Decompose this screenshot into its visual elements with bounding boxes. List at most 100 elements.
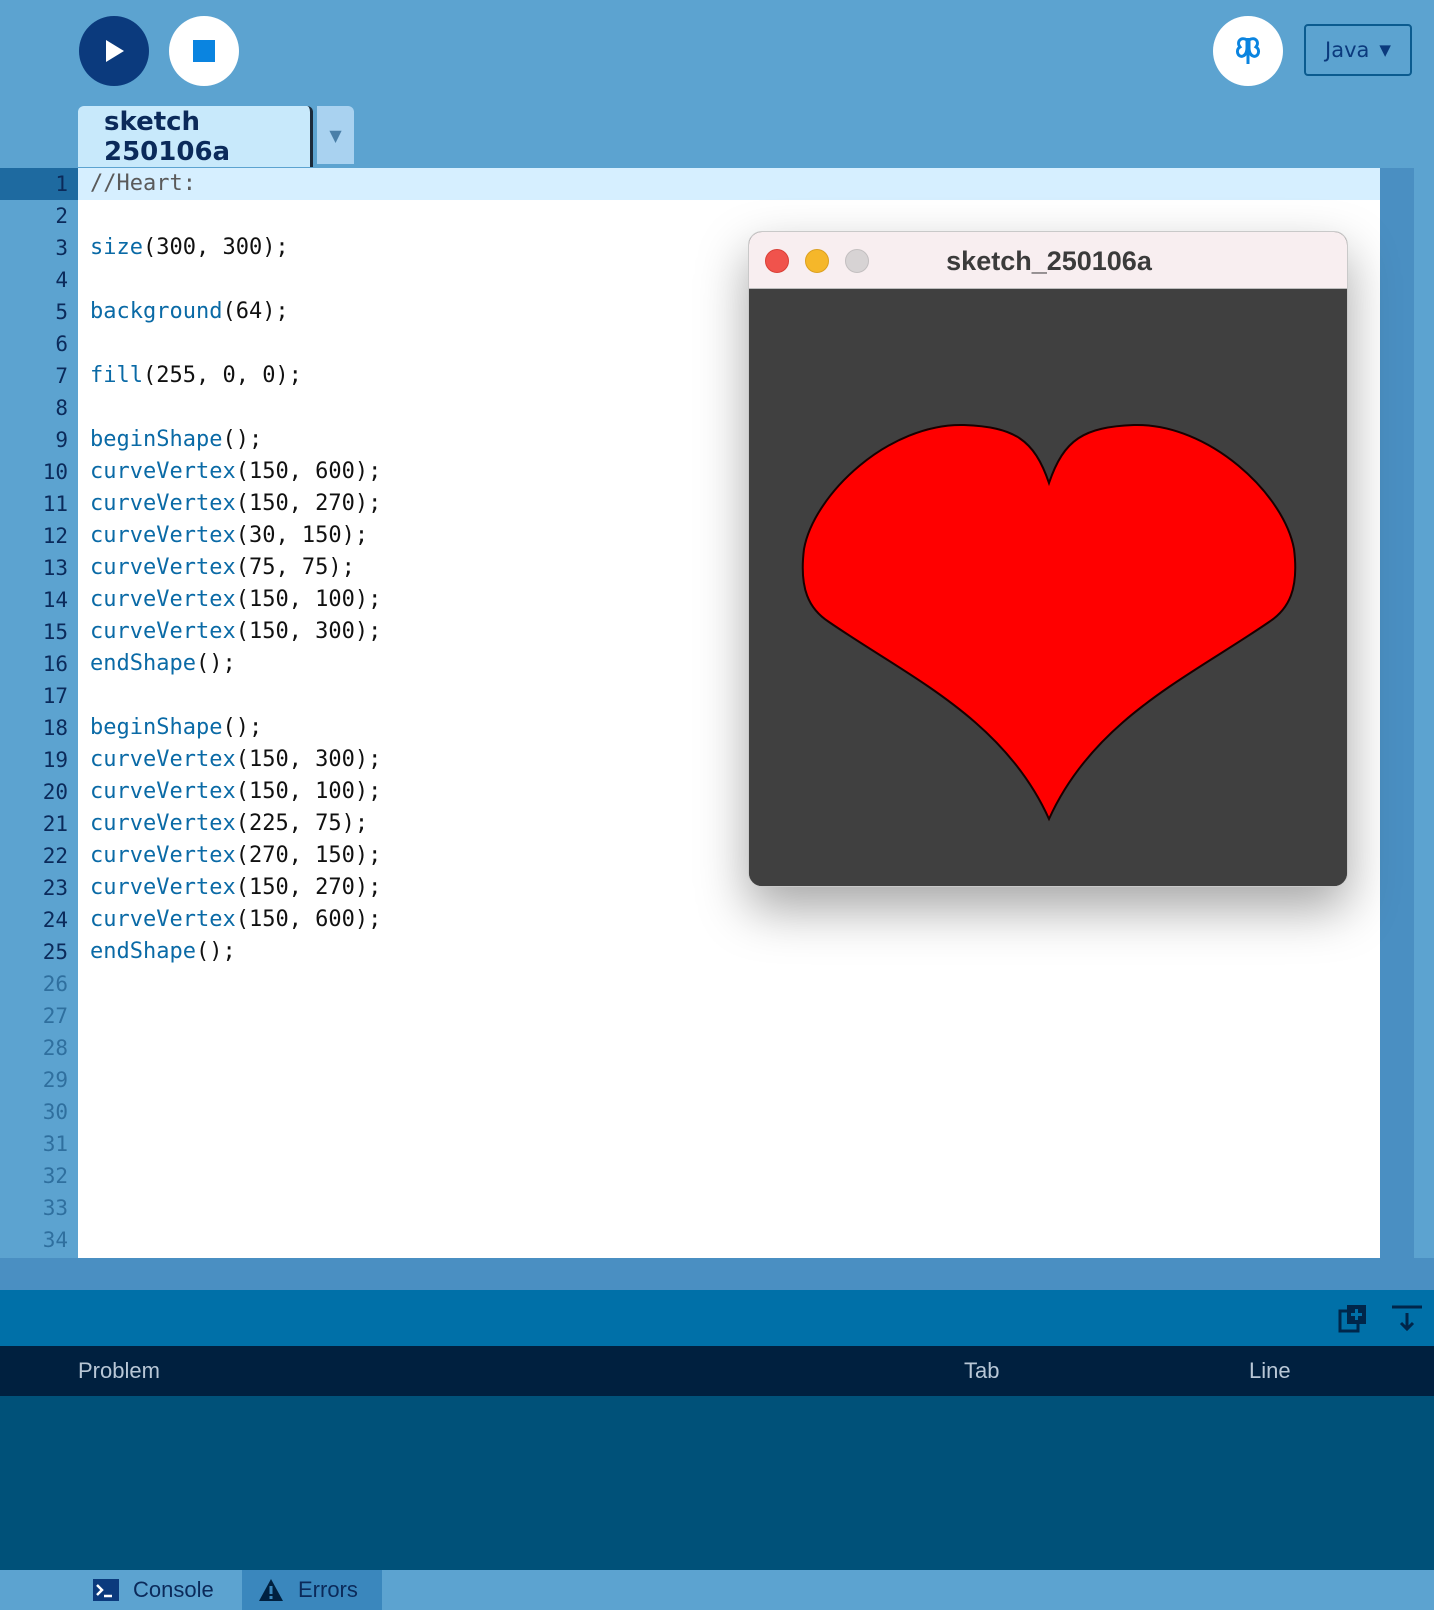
play-icon — [106, 40, 124, 62]
function-name: curveVertex — [90, 555, 236, 580]
line-number: 24 — [42, 908, 68, 932]
line-number: 3 — [55, 236, 68, 260]
problems-table-header: Problem Tab Line — [0, 1346, 1434, 1396]
line-number: 34 — [42, 1228, 68, 1252]
line-number: 8 — [55, 396, 68, 420]
sketch-window[interactable]: sketch_250106a — [748, 231, 1348, 887]
column-header-problem[interactable]: Problem — [78, 1358, 160, 1384]
code-line: beginShape(); — [90, 715, 263, 740]
editor-status-strip — [0, 1258, 1434, 1290]
code-line: curveVertex(150, 100); — [90, 779, 382, 804]
function-name: fill — [90, 363, 143, 388]
function-name: curveVertex — [90, 523, 236, 548]
function-name: curveVertex — [90, 907, 236, 932]
code-line: curveVertex(150, 600); — [90, 907, 382, 932]
console-toolbar — [0, 1290, 1434, 1346]
function-name: curveVertex — [90, 843, 236, 868]
code-line: curveVertex(150, 100); — [90, 587, 382, 612]
line-number: 19 — [42, 748, 68, 772]
code-line: background(64); — [90, 299, 289, 324]
function-name: endShape — [90, 651, 196, 676]
column-header-tab[interactable]: Tab — [964, 1358, 999, 1384]
tab-errors[interactable]: Errors — [242, 1570, 382, 1610]
line-number: 15 — [42, 620, 68, 644]
function-name: curveVertex — [90, 619, 236, 644]
tab-menu-button[interactable]: ▼ — [317, 106, 354, 164]
line-number: 32 — [42, 1164, 68, 1188]
terminal-icon — [93, 1579, 119, 1601]
function-name: size — [90, 235, 143, 260]
line-number: 20 — [42, 780, 68, 804]
line-number: 28 — [42, 1036, 68, 1060]
line-number: 5 — [55, 300, 68, 324]
butterfly-debug-icon — [1235, 37, 1261, 64]
function-name: background — [90, 299, 223, 324]
problems-list — [0, 1396, 1434, 1570]
tab-sketch[interactable]: sketch 250106a — [78, 106, 313, 167]
chevron-down-icon: ▼ — [329, 125, 342, 145]
line-number: 2 — [55, 204, 68, 228]
code-line: //Heart: — [90, 171, 196, 196]
current-line-highlight — [78, 168, 1380, 200]
line-number: 4 — [55, 268, 68, 292]
chevron-down-icon: ▼ — [1379, 41, 1391, 59]
sketch-canvas[interactable] — [749, 289, 1347, 886]
line-number-gutter: 1 2 3 4 5 6 7 8 9 10 11 12 13 14 15 16 17 18 19 20 21 22 23 24 2… — [0, 168, 78, 1258]
function-name: curveVertex — [90, 491, 236, 516]
function-name: curveVertex — [90, 875, 236, 900]
line-number: 23 — [42, 876, 68, 900]
code-line: curveVertex(150, 300); — [90, 619, 382, 644]
code-line: fill(255, 0, 0); — [90, 363, 302, 388]
code-line: curveVertex(150, 270); — [90, 875, 382, 900]
line-number: 16 — [42, 652, 68, 676]
function-name: curveVertex — [90, 459, 236, 484]
function-name: curveVertex — [90, 779, 236, 804]
tab-console[interactable]: Console — [78, 1570, 242, 1610]
code-line: size(300, 300); — [90, 235, 289, 260]
column-header-line[interactable]: Line — [1249, 1358, 1291, 1384]
sketch-window-titlebar[interactable]: sketch_250106a — [749, 232, 1347, 289]
code-line: beginShape(); — [90, 427, 263, 452]
editor-scrollbar[interactable] — [1380, 168, 1414, 1288]
mode-select[interactable]: Java ▼ — [1304, 24, 1412, 76]
code-line: endShape(); — [90, 651, 236, 676]
code-line: curveVertex(225, 75); — [90, 811, 369, 836]
code-line: curveVertex(150, 300); — [90, 747, 382, 772]
line-number: 14 — [42, 588, 68, 612]
line-number: 6 — [55, 332, 68, 356]
function-name: curveVertex — [90, 587, 236, 612]
function-name: curveVertex — [90, 811, 236, 836]
debug-button[interactable] — [1213, 16, 1283, 86]
line-number: 25 — [42, 940, 68, 964]
code-line: curveVertex(150, 270); — [90, 491, 382, 516]
heart-shape — [801, 423, 1297, 822]
code-line: curveVertex(75, 75); — [90, 555, 355, 580]
line-number: 17 — [42, 684, 68, 708]
tab-label: sketch 250106a — [104, 106, 231, 167]
warning-icon — [259, 1579, 283, 1601]
code-line: curveVertex(30, 150); — [90, 523, 369, 548]
tab-console-label: Console — [133, 1577, 214, 1602]
copy-add-icon[interactable] — [1337, 1302, 1369, 1334]
line-number: 26 — [42, 972, 68, 996]
line-number: 7 — [55, 364, 68, 388]
function-name: beginShape — [90, 715, 223, 740]
stop-button[interactable] — [169, 16, 239, 86]
function-name: beginShape — [90, 427, 223, 452]
run-button[interactable] — [79, 16, 149, 86]
function-name: curveVertex — [90, 747, 236, 772]
line-number: 22 — [42, 844, 68, 868]
stop-icon — [193, 40, 215, 62]
editor-margin — [1414, 168, 1434, 1288]
line-number: 27 — [42, 1004, 68, 1028]
sketch-window-title: sketch_250106a — [946, 246, 1152, 276]
line-number: 29 — [42, 1068, 68, 1092]
line-number: 10 — [42, 460, 68, 484]
scroll-to-bottom-icon[interactable] — [1391, 1302, 1423, 1334]
line-number: 11 — [42, 492, 68, 516]
line-number: 21 — [42, 812, 68, 836]
tab-errors-label: Errors — [298, 1577, 358, 1602]
function-name: endShape — [90, 939, 196, 964]
code-line: curveVertex(270, 150); — [90, 843, 382, 868]
mode-select-label: Java — [1325, 38, 1370, 62]
